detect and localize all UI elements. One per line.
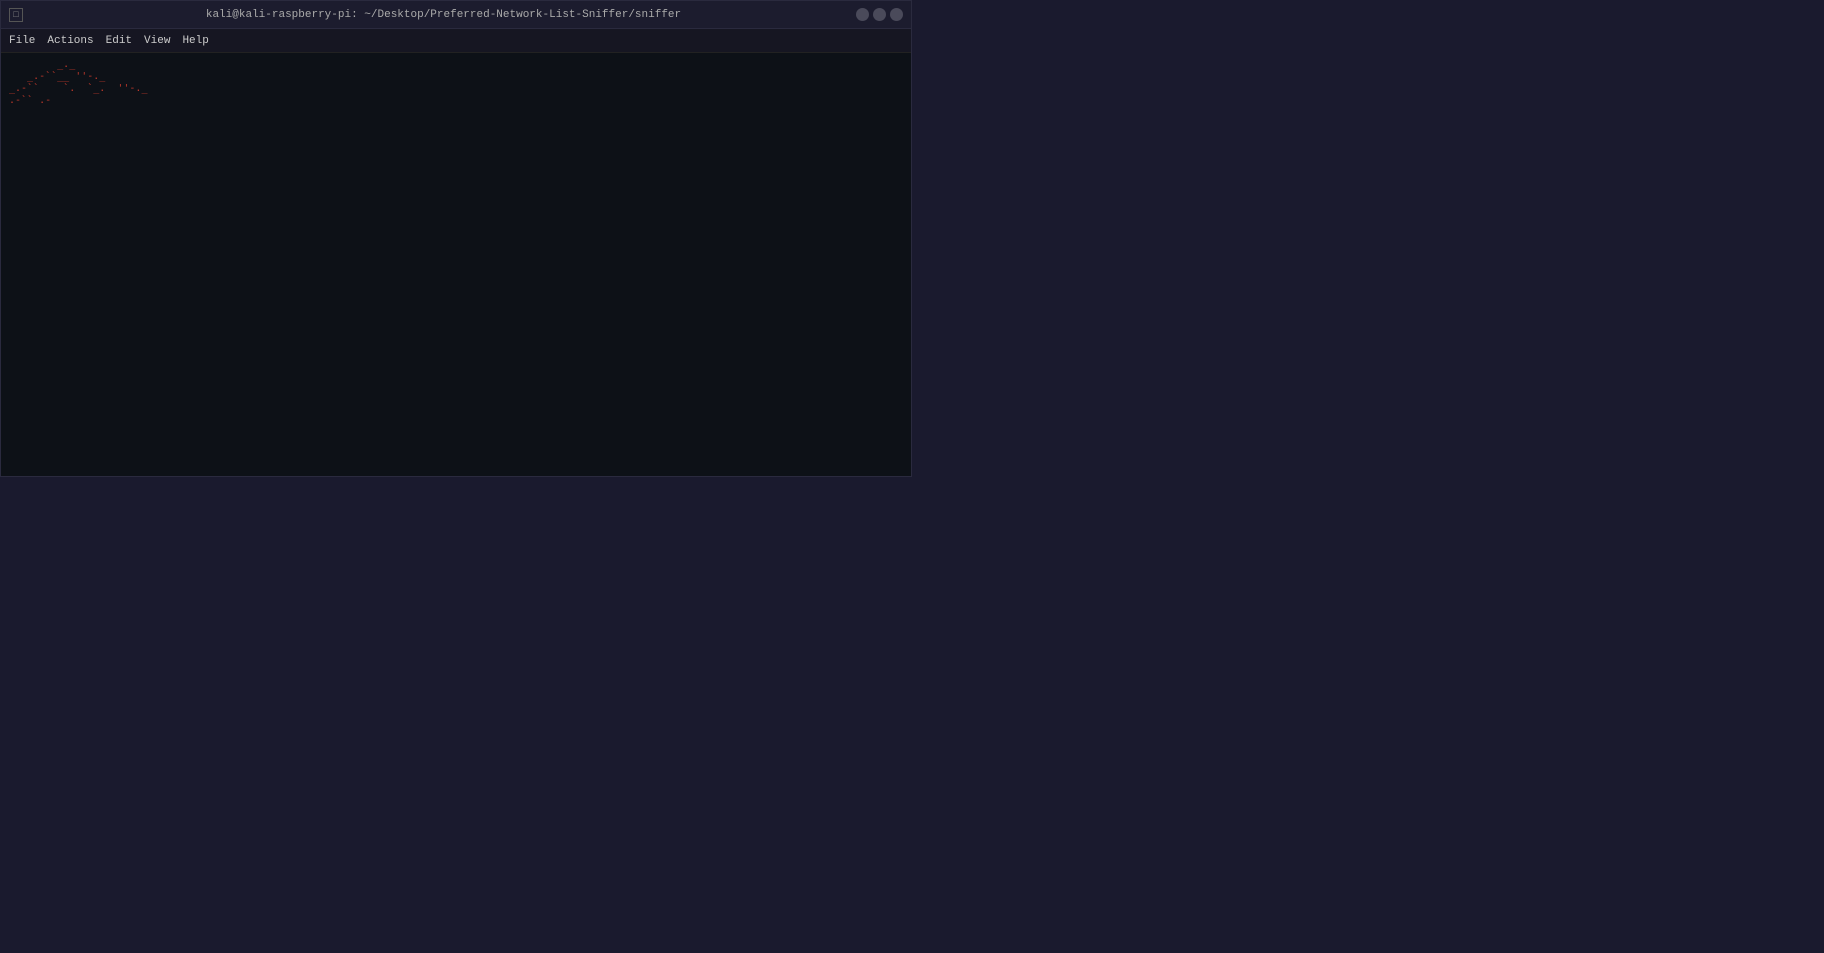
menu-view-tl[interactable]: View	[144, 35, 170, 47]
menu-edit-tl[interactable]: Edit	[106, 35, 132, 47]
window-controls-tl[interactable]	[856, 8, 903, 21]
maximize-btn-tl[interactable]	[873, 8, 886, 21]
minimize-btn-tl[interactable]	[856, 8, 869, 21]
title-top-left: kali@kali-raspberry-pi: ~/Desktop/Prefer…	[31, 9, 856, 21]
body-top-left: _._ _.-``__ ''-._ _.-`` `. `_. ''-._ .-`…	[1, 53, 911, 476]
redis-ascii-art: _._ _.-``__ ''-._ _.-`` `. `_. ''-._ .-`…	[9, 59, 147, 107]
menubar-top-left[interactable]: File Actions Edit View Help	[1, 29, 911, 53]
titlebar-top-left: □ kali@kali-raspberry-pi: ~/Desktop/Pref…	[1, 1, 911, 29]
menu-file-tl[interactable]: File	[9, 35, 35, 47]
terminal-top-left[interactable]: □ kali@kali-raspberry-pi: ~/Desktop/Pref…	[0, 0, 912, 477]
close-btn-tl[interactable]	[890, 8, 903, 21]
menu-actions-tl[interactable]: Actions	[47, 35, 93, 47]
menu-help-tl[interactable]: Help	[182, 35, 208, 47]
window-icon-tl: □	[9, 8, 23, 22]
